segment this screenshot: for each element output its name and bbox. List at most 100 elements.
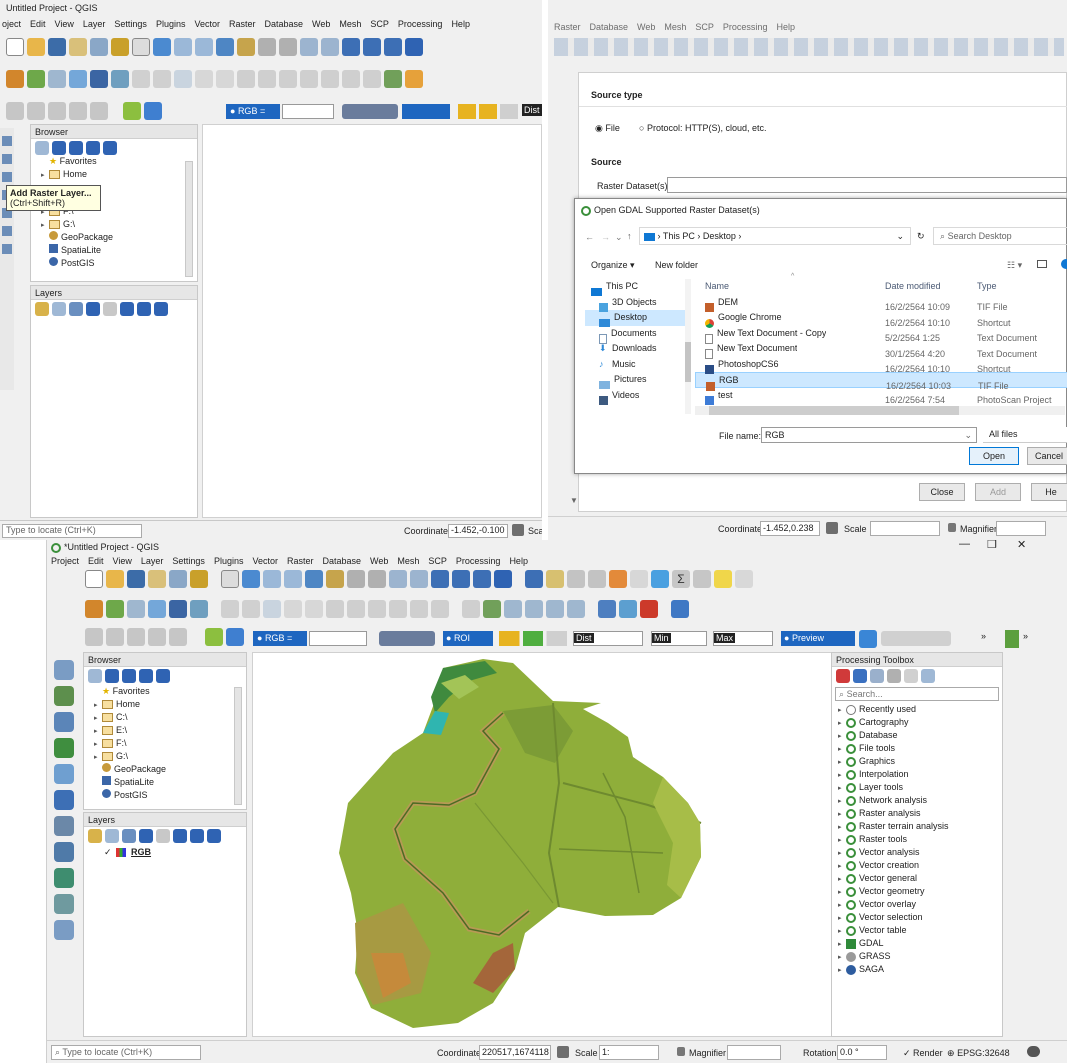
scp-extra-icons[interactable]	[458, 104, 518, 119]
scp-tool-icon[interactable]	[90, 102, 108, 120]
label-move-icon[interactable]	[504, 600, 522, 618]
delete-icon[interactable]	[237, 70, 255, 88]
hscroll-thumb[interactable]	[709, 406, 959, 415]
vertex-tool-icon[interactable]	[305, 600, 323, 618]
nav-forward-icon[interactable]: →	[601, 232, 610, 242]
menu-mesh[interactable]: Mesh	[339, 19, 361, 29]
toolbox-item-raster-terrain[interactable]: ▸ Raster terrain analysis	[838, 820, 1002, 833]
label-change-icon[interactable]	[546, 600, 564, 618]
expression-icon[interactable]	[156, 829, 170, 843]
render-checkbox[interactable]: ✓ Render	[903, 1048, 943, 1059]
new-map-view-icon[interactable]	[473, 570, 491, 588]
file-row-text-copy[interactable]: New Text Document - Copy5/2/2564 1:25 Tex…	[695, 326, 1067, 344]
edit-features-icon[interactable]	[904, 669, 918, 683]
scp-tool-icon[interactable]	[169, 628, 187, 646]
options-icon[interactable]	[921, 669, 935, 683]
toolbox-item-cartography[interactable]: ▸ Cartography	[838, 716, 1002, 729]
style-manager-icon[interactable]	[111, 38, 129, 56]
browser-spatialite[interactable]: SpatiaLite	[41, 244, 197, 257]
radio-file[interactable]: ◉ File	[595, 123, 620, 134]
processing-icon[interactable]	[651, 570, 669, 588]
dist-combo[interactable]: Dist	[573, 631, 643, 646]
browser-scrollbar[interactable]	[234, 687, 242, 805]
zoom-next-icon[interactable]	[321, 38, 339, 56]
scale-combo[interactable]	[870, 521, 940, 536]
close-button[interactable]: ✕	[1017, 540, 1026, 551]
expression-icon[interactable]	[103, 302, 117, 316]
menu-processing[interactable]: Processing	[398, 19, 443, 29]
remove-layer-icon[interactable]	[154, 302, 168, 316]
browser-home[interactable]: ▸ Home	[94, 698, 246, 711]
rgb-band-combo[interactable]: ● RGB =	[226, 104, 280, 119]
add-wfs-icon[interactable]	[54, 842, 74, 862]
filter-icon[interactable]	[69, 141, 83, 155]
toolbox-item-vector-geometry[interactable]: ▸ Vector geometry	[838, 885, 1002, 898]
statistics-icon[interactable]	[609, 570, 627, 588]
rotation-field[interactable]: 0.0 °	[837, 1045, 887, 1060]
nav-back-icon[interactable]: ←	[585, 232, 594, 242]
edit-icon[interactable]	[153, 70, 171, 88]
visibility-icon[interactable]	[69, 302, 83, 316]
info-icon[interactable]	[156, 669, 170, 683]
open-folder-icon[interactable]	[27, 38, 45, 56]
lock-scale-icon[interactable]	[677, 1047, 685, 1056]
zoom-in-icon[interactable]	[174, 38, 192, 56]
menu-edit[interactable]: Edit	[88, 556, 104, 566]
pan-hand-icon[interactable]	[132, 38, 150, 56]
add-spatialite-icon[interactable]	[54, 764, 74, 784]
file-row-rgb-selected[interactable]: RGB16/2/2564 10:03 TIF File	[695, 372, 1067, 391]
label-icon[interactable]	[462, 600, 480, 618]
label-pin-icon[interactable]	[483, 600, 501, 618]
browser-c-drive[interactable]: ▸ C:\	[94, 711, 246, 724]
zoom-roi-icon[interactable]	[144, 102, 162, 120]
zoom-native-icon[interactable]	[368, 570, 386, 588]
digitize-icon[interactable]	[148, 600, 166, 618]
map-canvas[interactable]	[202, 124, 542, 518]
menu-web[interactable]: Web	[637, 22, 655, 32]
toolbox-item-database[interactable]: ▸ Database	[838, 729, 1002, 742]
visibility-icon[interactable]	[122, 829, 136, 843]
nav-pictures[interactable]: Pictures	[585, 372, 685, 390]
nav-music[interactable]: ♪ Music	[585, 357, 685, 373]
menu-settings[interactable]: Settings	[172, 556, 205, 566]
path-this-pc[interactable]: This PC	[663, 231, 695, 241]
toolbox-item-recently-used[interactable]: ▸ Recently used	[838, 703, 1002, 716]
address-bar[interactable]: › This PC › Desktop › ⌄	[639, 227, 911, 245]
open-button[interactable]: Open	[969, 447, 1019, 465]
table-icon[interactable]	[630, 570, 648, 588]
toolbox-item-vector-table[interactable]: ▸ Vector table	[838, 924, 1002, 937]
menu-plugins[interactable]: Plugins	[214, 556, 244, 566]
zoom-layer-icon[interactable]	[347, 570, 365, 588]
print-icon[interactable]	[169, 570, 187, 588]
toolbox-item-raster-tools[interactable]: ▸ Raster tools	[838, 833, 1002, 846]
menu-scp[interactable]: SCP	[695, 22, 714, 32]
digitize-icon[interactable]	[69, 70, 87, 88]
show-bookmarks-icon[interactable]	[363, 38, 381, 56]
bookmark-icon[interactable]	[342, 38, 360, 56]
vertex-tool-icon[interactable]	[216, 70, 234, 88]
toolbar-overflow-icon[interactable]: »	[1023, 631, 1028, 641]
minimize-button[interactable]: —	[959, 540, 970, 550]
label-icon[interactable]	[363, 70, 381, 88]
menu-project[interactable]: Project	[51, 556, 79, 566]
band-set-combo[interactable]	[282, 104, 334, 119]
toolbox-item-gdal[interactable]: ▸ GDAL	[838, 937, 1002, 950]
band-set-combo[interactable]	[309, 631, 367, 646]
refresh-icon[interactable]	[52, 141, 66, 155]
coordinate-field[interactable]: -1.452,0.238	[760, 521, 820, 536]
menu-settings[interactable]: Settings	[114, 19, 147, 29]
remove-layer-icon[interactable]	[207, 829, 221, 843]
nav-videos[interactable]: Videos	[585, 388, 685, 406]
file-row-google-chrome[interactable]: Google Chrome16/2/2564 10:10 Shortcut	[695, 310, 1067, 328]
save-icon[interactable]	[48, 38, 66, 56]
menu-processing[interactable]: Processing	[723, 22, 768, 32]
toolbox-item-vector-overlay[interactable]: ▸ Vector overlay	[838, 898, 1002, 911]
scp-tool-icon[interactable]	[106, 628, 124, 646]
organize-menu[interactable]: Organize ▾	[591, 260, 635, 271]
locate-input[interactable]: ⌕ Type to locate (Ctrl+K)	[51, 1045, 201, 1060]
nav-documents[interactable]: Documents	[585, 326, 685, 344]
style-manager-icon[interactable]	[190, 570, 208, 588]
scp-tool-icon[interactable]	[69, 102, 87, 120]
help-circle-icon[interactable]	[1061, 259, 1067, 269]
add-feature-icon[interactable]	[284, 600, 302, 618]
